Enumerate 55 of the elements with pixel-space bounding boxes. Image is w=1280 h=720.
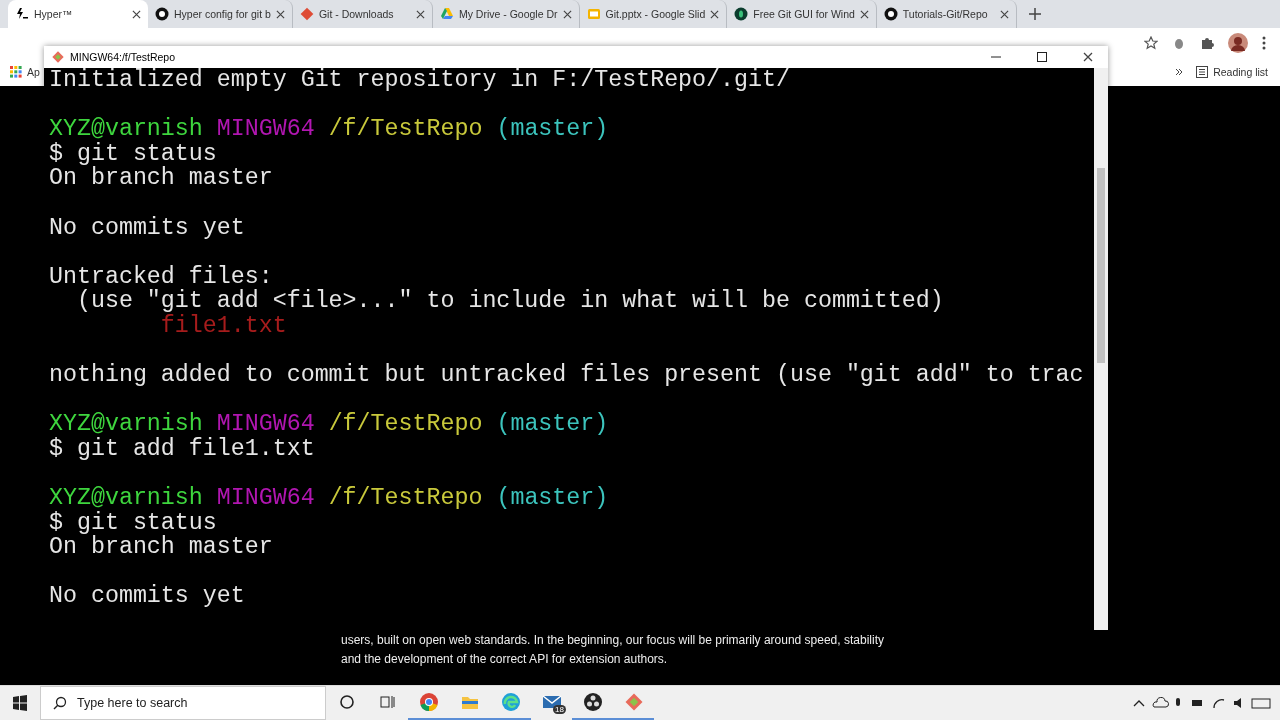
slides-icon — [586, 7, 601, 21]
chevrons-icon[interactable] — [1175, 68, 1184, 76]
diamond-icon — [52, 51, 64, 63]
close-icon[interactable] — [275, 9, 285, 19]
notification-badge: 18 — [553, 705, 566, 714]
page-paragraph-line: and the development of the correct API for extension authors. — [341, 652, 669, 666]
terminal-prompt: XYZ@varnish MINGW64 /f/TestRepo (master) — [49, 412, 610, 437]
bolt-icon — [15, 7, 29, 21]
terminal-line: $ git status — [49, 141, 218, 167]
taskbar-search-field[interactable]: Type here to search — [40, 686, 326, 720]
close-icon[interactable] — [710, 9, 720, 19]
triangle-icon — [439, 7, 454, 21]
task-view-icon[interactable] — [379, 694, 396, 710]
cortana-circle-icon[interactable] — [338, 694, 355, 710]
close-icon[interactable] — [1083, 52, 1093, 62]
diamond-icon — [299, 7, 314, 21]
page-paragraph-line: users, built on open web standards. In the beginning, our focus will be primarily around speed, stability — [341, 633, 885, 647]
maximize-icon[interactable] — [1037, 52, 1047, 62]
terminal-line: On branch master — [49, 166, 274, 191]
close-icon[interactable] — [562, 9, 572, 19]
close-icon[interactable] — [859, 9, 869, 19]
terminal-prompt: XYZ@varnish MINGW64 /f/TestRepo (master) — [49, 117, 610, 142]
close-icon[interactable] — [999, 9, 1009, 19]
terminal-line: $ git add file1.txt — [49, 436, 316, 462]
terminal-line: On branch master — [49, 535, 274, 560]
terminal-line: file1.txt — [159, 313, 288, 339]
terminal-line: $ git status — [49, 510, 218, 536]
star-icon[interactable] — [1144, 36, 1158, 50]
terminal-line: Untracked files: — [49, 264, 274, 290]
terminal-line: Initialized empty Git repository in F:/TestRepo/.git/ — [49, 68, 791, 93]
window-title: MINGW64:/f/TestRepo — [70, 51, 177, 63]
apps-grid-icon[interactable] — [10, 66, 22, 78]
chrome-icon — [418, 692, 439, 712]
wave-icon — [500, 692, 521, 712]
new-tab-icon[interactable] — [1028, 8, 1041, 20]
menu-icon[interactable] — [1262, 36, 1266, 50]
terminal-line: nothing added to commit but untracked files present (use "git add" to trac — [49, 363, 1085, 388]
system-tray-icons[interactable] — [1132, 696, 1272, 710]
bookmark-link[interactable]: Ap — [27, 66, 40, 78]
leaf-icon — [734, 7, 749, 21]
list-icon[interactable] — [1196, 66, 1209, 78]
close-icon[interactable] — [415, 9, 425, 19]
terminal-line: (use "git add <file>..." to include in what will be committed) — [75, 289, 945, 314]
close-icon[interactable] — [132, 9, 141, 19]
scrollbar[interactable] — [1094, 68, 1108, 630]
browser-tab[interactable]: Hyper™ — [8, 0, 148, 28]
avatar-icon[interactable] — [1228, 33, 1248, 53]
terminal-line: No commits yet — [49, 215, 246, 241]
search-icon — [53, 696, 67, 710]
reading-list-link[interactable]: Reading list — [1213, 66, 1268, 78]
disc-icon — [582, 692, 603, 712]
puzzle-icon[interactable] — [1200, 36, 1214, 50]
terminal-line: No commits yet — [49, 584, 246, 610]
terminal-prompt: XYZ@varnish MINGW64 /f/TestRepo (master) — [49, 486, 610, 511]
taskbar-app[interactable]: 18 — [531, 686, 572, 720]
